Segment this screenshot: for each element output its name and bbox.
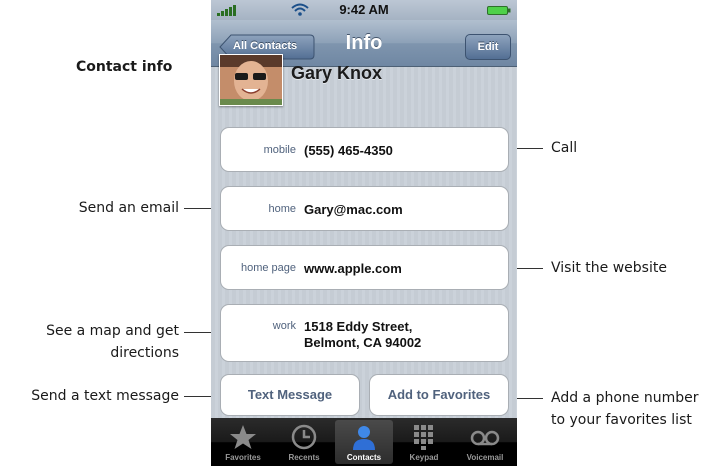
tab-label-recents: Recents — [288, 453, 320, 462]
field-label-home-page: home page — [240, 262, 296, 274]
email-field[interactable]: home Gary@mac.com — [220, 186, 509, 231]
battery-icon — [487, 6, 511, 15]
phone-screen: 9:42 AM All Contacts Info Edit Gary Knox… — [211, 0, 517, 466]
field-label-work: work — [272, 320, 296, 332]
tab-recents[interactable]: Recents — [275, 420, 333, 464]
tab-keypad[interactable]: Keypad — [395, 420, 453, 464]
callout-contact-info: Contact info — [76, 59, 173, 75]
callout-map-line2: directions — [110, 345, 179, 361]
homepage-field[interactable]: home page www.apple.com — [220, 245, 509, 290]
keypad-icon — [414, 425, 433, 450]
callout-add-fav-line2: to your favorites list — [551, 412, 692, 428]
star-icon — [230, 425, 256, 449]
callout-map-line1: See a map and get — [46, 323, 179, 339]
contact-name: Gary Knox — [291, 63, 383, 83]
field-value-mobile: (555) 465-4350 — [304, 143, 393, 158]
field-value-address-line2: Belmont, CA 94002 — [304, 335, 422, 350]
edit-button[interactable]: Edit — [465, 34, 511, 60]
tab-contacts[interactable]: Contacts — [335, 420, 393, 464]
clock-icon — [291, 424, 317, 450]
person-icon — [353, 426, 375, 450]
field-value-email: Gary@mac.com — [304, 202, 403, 217]
callout-visit-website: Visit the website — [551, 260, 667, 276]
callout-call: Call — [551, 140, 578, 156]
work-address-field[interactable]: work 1518 Eddy Street, Belmont, CA 94002 — [220, 304, 509, 362]
tab-voicemail[interactable]: Voicemail — [456, 420, 514, 464]
add-to-favorites-button[interactable]: Add to Favorites — [369, 374, 509, 416]
field-value-address-line1: 1518 Eddy Street, — [304, 319, 413, 334]
field-label-home: home — [268, 203, 296, 215]
tab-label-contacts: Contacts — [346, 453, 382, 462]
tab-label-voicemail: Voicemail — [466, 453, 504, 462]
contact-photo-image — [220, 55, 282, 105]
callout-add-fav-line1: Add a phone number — [551, 390, 699, 406]
status-time: 9:42 AM — [339, 2, 389, 17]
callout-send-text: Send a text message — [31, 388, 179, 404]
mobile-field[interactable]: mobile (555) 465-4350 — [220, 127, 509, 172]
tab-favorites[interactable]: Favorites — [214, 420, 272, 464]
callout-send-email: Send an email — [78, 200, 179, 216]
text-message-button[interactable]: Text Message — [220, 374, 360, 416]
contact-photo[interactable] — [219, 54, 283, 106]
tab-bar: Favorites Recents Contacts Keypad Voicem… — [211, 418, 517, 466]
voicemail-icon — [470, 430, 500, 446]
field-label-mobile: mobile — [263, 144, 296, 156]
tab-label-keypad: Keypad — [409, 453, 439, 462]
tab-label-favorites: Favorites — [225, 453, 261, 462]
field-value-homepage: www.apple.com — [304, 261, 402, 276]
status-bar: 9:42 AM — [211, 0, 517, 20]
